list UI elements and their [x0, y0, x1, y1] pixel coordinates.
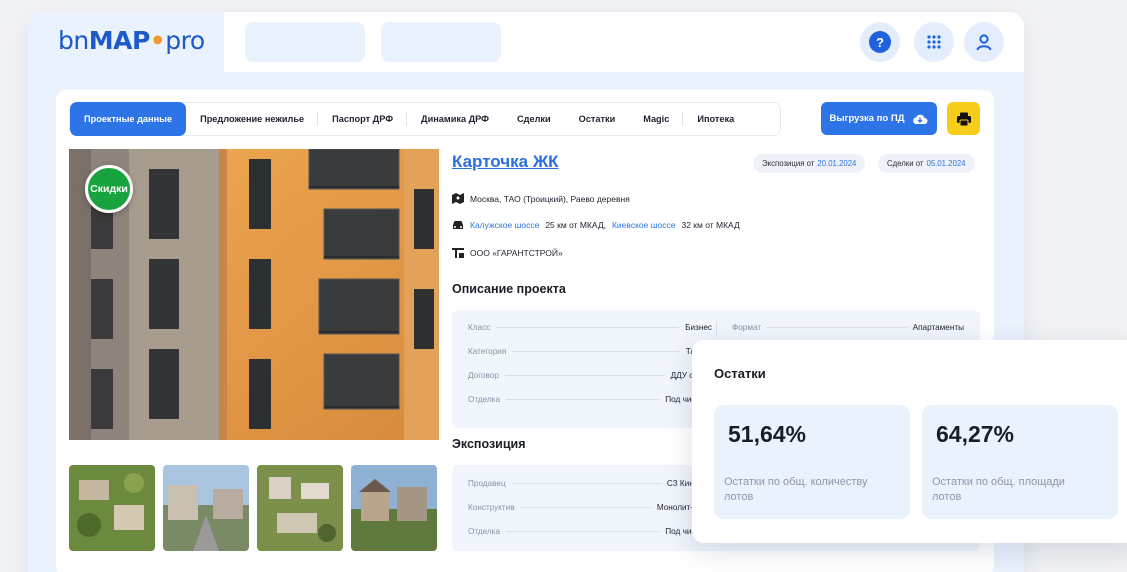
logo-bold: MAP — [88, 26, 151, 55]
export-button[interactable]: Выгрузка по ПД — [821, 102, 937, 135]
grid-icon — [927, 35, 941, 49]
stat-card-area: 64,27% Остатки по общ. площади лотов — [922, 405, 1118, 519]
remainders-popup: Остатки 51,64% Остатки по общ. количеств… — [692, 340, 1127, 543]
apps-button[interactable] — [914, 22, 954, 62]
street-image — [163, 465, 249, 551]
help-icon: ? — [869, 31, 891, 53]
desc-divider — [716, 322, 717, 336]
logo-prefix: bn — [58, 26, 89, 55]
profile-button[interactable] — [964, 22, 1004, 62]
expo-key: Конструктив — [468, 503, 515, 512]
main-photo[interactable]: Скидки — [69, 149, 439, 440]
stat-value: 51,64% — [728, 421, 807, 447]
logo-pin-icon: • — [149, 26, 166, 55]
expo-row: Продавец СЗ Киноцен — [468, 479, 712, 488]
tab-nonresidential[interactable]: Предложение нежилье — [186, 102, 319, 136]
aerial-image — [69, 465, 155, 551]
printer-icon — [956, 112, 971, 126]
nav-placeholder-1[interactable] — [245, 22, 365, 62]
desc-row: Отделка Под чистову — [468, 395, 712, 404]
deals-date: 05.01.2024 — [926, 159, 966, 168]
card-title[interactable]: Карточка ЖК — [452, 152, 559, 172]
remainders-title: Остатки — [714, 366, 766, 381]
desc-row: КатегорияТаунха — [468, 347, 712, 356]
car-icon — [453, 221, 463, 229]
thumbnail-2[interactable] — [163, 465, 249, 551]
desc-row-right: Формат Апартаменты — [732, 323, 964, 332]
road-row: Калужское шоссе 25 км от МКАД, Киевское … — [452, 220, 740, 230]
logo[interactable]: bnMAP•pro — [58, 26, 205, 55]
exposition-date: 20.01.2024 — [817, 159, 857, 168]
exposition-prefix: Экспозиция от — [762, 159, 815, 168]
stat-value: 64,27% — [936, 421, 1015, 447]
road2-distance: 32 км от МКАД — [681, 220, 740, 230]
logo-suffix: pro — [165, 26, 205, 55]
expo-key: Продавец — [468, 479, 506, 488]
discount-badge: Скидки — [85, 165, 133, 213]
top-bar: bnMAP•pro ? — [28, 12, 1024, 88]
description-title: Описание проекта — [452, 282, 566, 296]
address-row: Москва, ТАО (Троицкий), Раево деревня — [452, 193, 630, 204]
tab-magic[interactable]: Magic — [629, 102, 684, 136]
tab-mortgage[interactable]: Ипотека — [683, 102, 748, 136]
deals-date-badge: Сделки от 05.01.2024 — [878, 154, 975, 173]
developer-row: ООО «ГАРАНТСТРОЙ» — [452, 247, 563, 258]
tab-project-data[interactable]: Проектные данные — [70, 102, 187, 136]
developer-name: ООО «ГАРАНТСТРОЙ» — [470, 247, 563, 258]
road1-link[interactable]: Калужское шоссе — [470, 220, 539, 230]
stat-card-lots: 51,64% Остатки по общ. количеству лотов — [714, 405, 910, 519]
nav-placeholder-2[interactable] — [381, 22, 501, 62]
site-plan-image — [257, 465, 343, 551]
crane-icon — [452, 248, 464, 258]
expo-key: Отделка — [468, 527, 500, 536]
desc-row: ДоговорДДУ с эскр — [468, 371, 712, 380]
stat-caption: Остатки по общ. количеству лотов — [724, 476, 868, 503]
desc-key: Формат — [732, 323, 762, 332]
road1-distance: 25 км от МКАД, — [545, 220, 606, 230]
expo-row: Конструктив Монолит–кирп — [468, 503, 712, 512]
desc-key: Класс — [468, 323, 491, 332]
desc-value: Бизнес — [685, 323, 712, 332]
thumbnail-4[interactable] — [351, 465, 437, 551]
desc-key: Договор — [468, 371, 499, 380]
exposition-date-badge: Экспозиция от 20.01.2024 — [753, 154, 866, 173]
thumbnail-3[interactable] — [257, 465, 343, 551]
desc-value: Апартаменты — [912, 323, 964, 332]
map-icon — [452, 193, 464, 204]
address-text: Москва, ТАО (Троицкий), Раево деревня — [470, 193, 630, 204]
tab-drf-dynamics[interactable]: Динамика ДРФ — [407, 102, 503, 136]
user-icon — [976, 34, 992, 51]
cloud-download-icon — [913, 114, 928, 124]
expo-row: Отделка Под чистову — [468, 527, 712, 536]
top-nav: ? — [224, 12, 1024, 72]
print-button[interactable] — [947, 102, 980, 135]
stat-caption: Остатки по общ. площади лотов — [932, 476, 1065, 503]
tab-deals[interactable]: Сделки — [503, 102, 565, 136]
logo-area: bnMAP•pro — [28, 12, 224, 72]
tab-bar: Проектные данные Предложение нежилье Пас… — [69, 102, 781, 136]
export-label: Выгрузка по ПД — [829, 113, 905, 124]
exposition-title: Экспозиция — [452, 437, 526, 451]
tab-drf-passport[interactable]: Паспорт ДРФ — [318, 102, 407, 136]
tab-remainders[interactable]: Остатки — [565, 102, 630, 136]
desc-key: Отделка — [468, 395, 500, 404]
houses-image — [351, 465, 437, 551]
desc-key: Категория — [468, 347, 507, 356]
thumbnail-1[interactable] — [69, 465, 155, 551]
deals-prefix: Сделки от — [887, 159, 924, 168]
help-button[interactable]: ? — [860, 22, 900, 62]
desc-row: Класс Бизнес — [468, 323, 712, 332]
road2-link[interactable]: Киевское шоссе — [612, 220, 676, 230]
